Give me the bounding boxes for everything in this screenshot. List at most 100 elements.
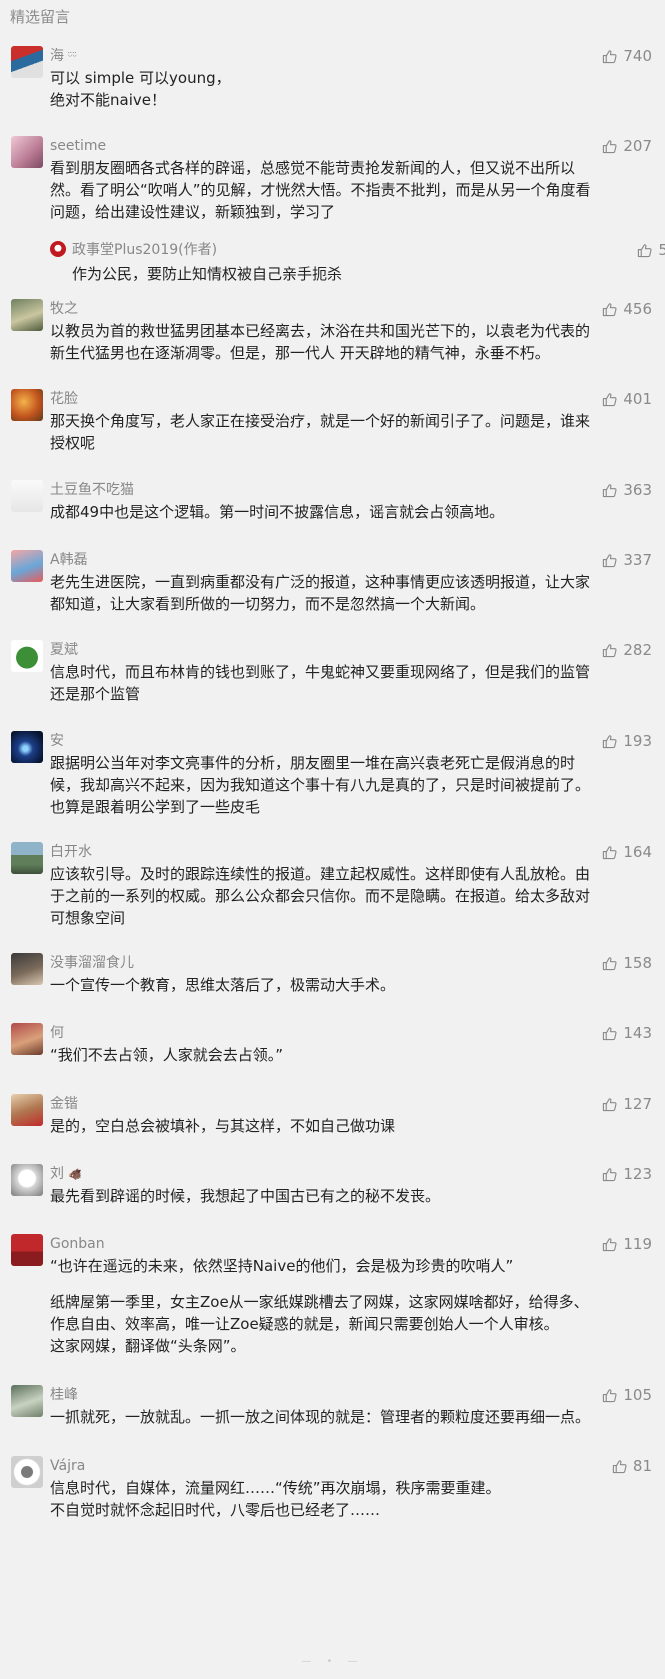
comment-nickname[interactable]: 夏斌 xyxy=(50,640,78,660)
thumbs-up-icon xyxy=(603,392,617,406)
comment-nickname[interactable]: 土豆鱼不吃猫 xyxy=(50,480,134,500)
like-button[interactable]: 127 xyxy=(602,1094,652,1114)
avatar[interactable] xyxy=(11,389,43,421)
thumbs-up-icon xyxy=(603,845,617,859)
comment-nickname[interactable]: 金锴 xyxy=(50,1094,78,1114)
avatar[interactable] xyxy=(11,299,43,331)
comment-line: 最先看到辟谣的时候，我想起了中国古已有之的秘不发丧。 xyxy=(50,1187,441,1205)
avatar[interactable] xyxy=(11,731,43,763)
comment-line: 可以 simple 可以young， xyxy=(50,69,231,87)
like-count: 164 xyxy=(623,843,652,861)
like-button[interactable]: 158 xyxy=(602,953,652,973)
thumbs-up-icon xyxy=(603,1026,617,1040)
comment-nickname[interactable]: 没事溜溜食儿 xyxy=(50,953,134,973)
section-title: 精选留言 xyxy=(10,8,71,26)
comment-line: 老先生进医院，一直到病重都没有广泛的报道，这种事情更应该透明报道，让大家 xyxy=(50,573,591,591)
comment-nickname[interactable]: 牧之 xyxy=(50,299,78,319)
comment-line: 新生代猛男也在逐渐凋零。但是，那一代人 开天辟地的精气神，永垂不朽。 xyxy=(50,344,550,362)
like-count: 127 xyxy=(623,1095,652,1113)
like-button[interactable]: 105 xyxy=(602,1385,652,1405)
avatar[interactable] xyxy=(11,136,43,168)
avatar[interactable] xyxy=(11,1385,43,1417)
like-count: 282 xyxy=(623,641,652,659)
avatar[interactable] xyxy=(11,1023,43,1055)
reply-like-button[interactable]: 546 xyxy=(637,240,665,260)
comment-line: 候，我却高兴不起来，因为我知道这个事十有八九是真的了，只是时间被提前了。 xyxy=(50,776,591,794)
comment-nickname[interactable]: 白开水 xyxy=(50,842,92,862)
comment-line: 问题，给出建设性建议，新颖独到，学习了 xyxy=(50,203,336,221)
like-button[interactable]: 164 xyxy=(602,842,652,862)
comment-nickname[interactable]: seetime xyxy=(50,136,106,156)
comment-nickname[interactable]: 花脸 xyxy=(50,389,78,409)
thumbs-up-icon xyxy=(603,553,617,567)
like-button[interactable]: 119 xyxy=(602,1234,652,1254)
nickname-emoji: 🐗 xyxy=(68,1168,82,1181)
like-button[interactable]: 143 xyxy=(602,1023,652,1043)
like-count: 81 xyxy=(632,1457,652,1475)
comment-nickname[interactable]: A韩磊 xyxy=(50,550,88,570)
avatar[interactable] xyxy=(11,953,43,985)
nickname-text: Gonban xyxy=(50,1236,105,1252)
comment-nickname[interactable]: Gonban xyxy=(50,1234,105,1254)
like-count: 119 xyxy=(623,1235,652,1253)
comment-line: 看到朋友圈晒各式各样的辟谣，总感觉不能苛责抢发新闻的人，但又说不出所以 xyxy=(50,159,576,177)
like-count: 123 xyxy=(623,1165,652,1183)
comment-line: 还是那个监管 xyxy=(50,685,141,703)
nickname-text: 白开水 xyxy=(50,844,92,860)
comment-nickname[interactable]: Vájra xyxy=(50,1456,85,1476)
thumbs-up-icon xyxy=(603,734,617,748)
avatar[interactable] xyxy=(11,480,43,512)
comment-text: 应该软引导。及时的跟踪连续性的报道。建立起权威性。这样即使有人乱放枪。由 于之前的… xyxy=(50,863,650,929)
comment-line: 于之前的一系列的权威。那么公众都会只信你。而不是隐瞒。在报道。给太多敌对 xyxy=(50,887,591,905)
avatar[interactable] xyxy=(11,842,43,874)
comment-nickname[interactable]: 海 ᵕ̈ᵕ̈ xyxy=(50,46,77,67)
comment-nickname[interactable]: 安 xyxy=(50,731,64,751)
like-count: 158 xyxy=(623,954,652,972)
nickname-text: 没事溜溜食儿 xyxy=(50,955,134,971)
thumbs-up-icon xyxy=(603,483,617,497)
comment-text: 信息时代，自媒体，流量网红……“传统”再次崩塌，秩序需要重建。 不自觉时就怀念起旧… xyxy=(50,1477,650,1521)
comment-line: “也许在遥远的未来，依然坚持Naive的他们，会是极为珍贵的吹哨人” xyxy=(50,1257,514,1275)
comment-text: 成都49中也是这个逻辑。第一时间不披露信息，谣言就会占领高地。 xyxy=(50,501,650,523)
like-button[interactable]: 456 xyxy=(602,299,652,319)
comment-line: 这家网媒，翻译做“头条网”。 xyxy=(50,1337,246,1355)
comment-line: 可想象空间 xyxy=(50,909,126,927)
like-count: 740 xyxy=(623,47,652,65)
like-count: 456 xyxy=(623,300,652,318)
comment-text: 以教员为首的救世猛男团基本已经离去，沐浴在共和国光芒下的，以袁老为代表的 新生代猛… xyxy=(50,320,650,364)
avatar[interactable] xyxy=(11,1234,43,1266)
like-button[interactable]: 363 xyxy=(602,480,652,500)
avatar[interactable] xyxy=(11,550,43,582)
comment-text: 那天换个角度写，老人家正在接受治疗，就是一个好的新闻引子了。问题是，谁来 授权呢 xyxy=(50,410,650,454)
like-button[interactable]: 81 xyxy=(612,1456,652,1476)
avatar[interactable] xyxy=(11,1164,43,1196)
like-button[interactable]: 207 xyxy=(602,136,652,156)
thumbs-up-icon xyxy=(603,139,617,153)
like-button[interactable]: 123 xyxy=(602,1164,652,1184)
like-count: 143 xyxy=(623,1024,652,1042)
like-button[interactable]: 193 xyxy=(602,731,652,751)
comment-nickname[interactable]: 刘 🐗 xyxy=(50,1164,82,1185)
nickname-text: A韩磊 xyxy=(50,552,88,568)
comment-line: 成都49中也是这个逻辑。第一时间不披露信息，谣言就会占领高地。 xyxy=(50,503,505,521)
comment-nickname[interactable]: 何 xyxy=(50,1023,64,1043)
avatar[interactable] xyxy=(11,1456,43,1488)
like-button[interactable]: 337 xyxy=(602,550,652,570)
author-avatar[interactable] xyxy=(50,241,66,257)
comment-text: “我们不去占领，人家就会去占领。” xyxy=(50,1044,650,1066)
comment-line: 是的，空白总会被填补，与其这样，不如自己做功课 xyxy=(50,1117,396,1135)
avatar[interactable] xyxy=(11,46,43,78)
thumbs-up-icon xyxy=(603,1097,617,1111)
like-button[interactable]: 401 xyxy=(602,389,652,409)
nickname-emoji: ᵕ̈ᵕ̈ xyxy=(68,50,78,63)
avatar[interactable] xyxy=(11,640,43,672)
nickname-text: 夏斌 xyxy=(50,642,78,658)
nickname-text: 海 xyxy=(50,48,64,64)
avatar[interactable] xyxy=(11,1094,43,1126)
like-button[interactable]: 282 xyxy=(602,640,652,660)
author-nickname[interactable]: 政事堂Plus2019(作者) xyxy=(72,240,217,260)
comment-line: 以教员为首的救世猛男团基本已经离去，沐浴在共和国光芒下的，以袁老为代表的 xyxy=(50,322,591,340)
comment-nickname[interactable]: 桂峰 xyxy=(50,1385,78,1405)
like-button[interactable]: 740 xyxy=(602,46,652,66)
